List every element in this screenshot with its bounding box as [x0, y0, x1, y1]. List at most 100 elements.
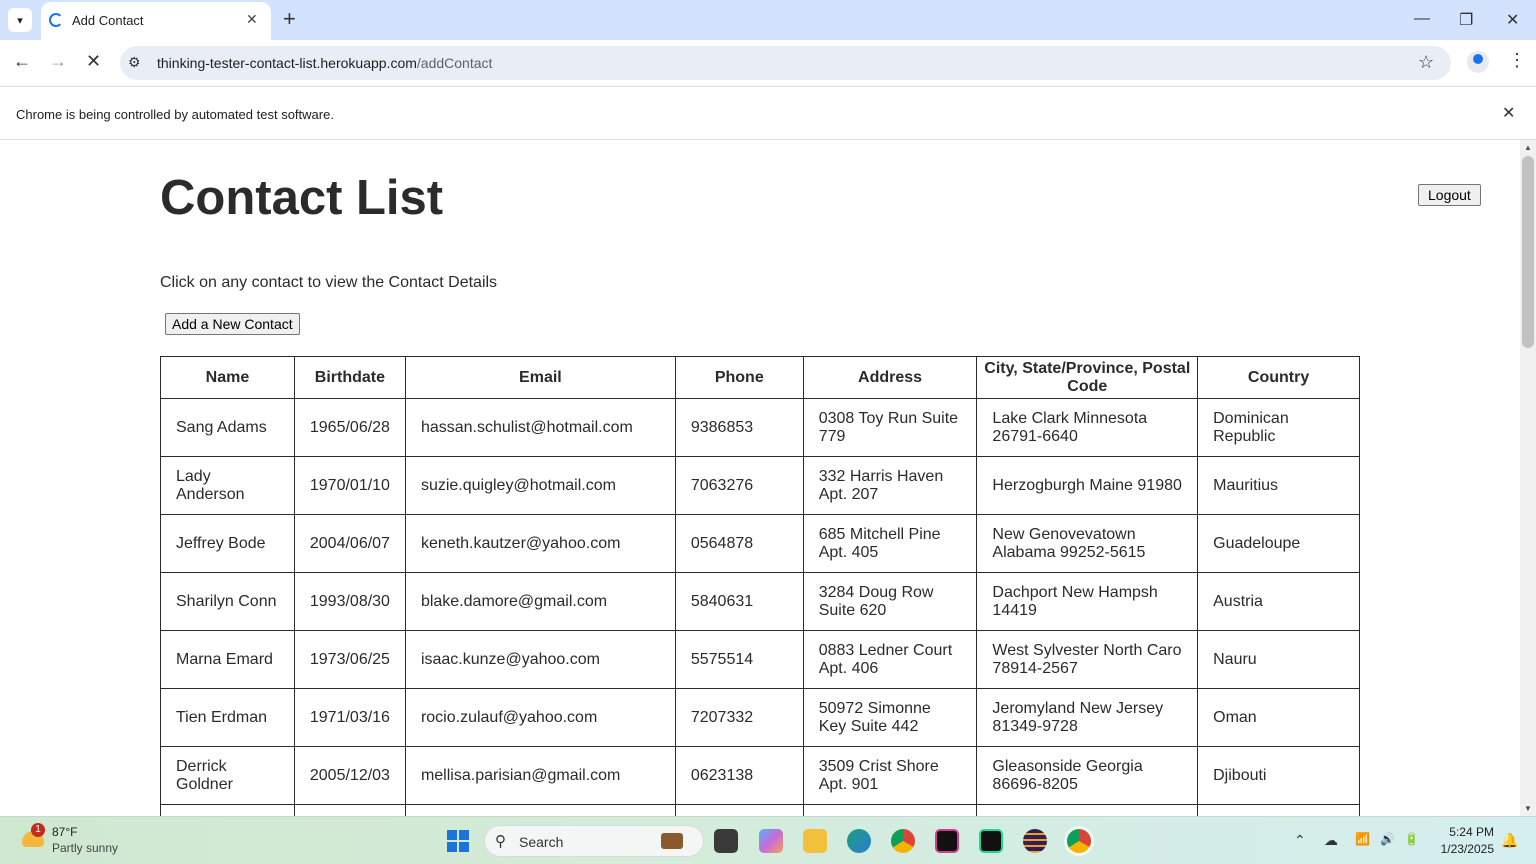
cell-email: hassan.schulist@hotmail.com — [404, 398, 676, 457]
tab-title: Add Contact — [72, 13, 144, 28]
contact-row[interactable]: Sang Adams 1965/06/28 hassan.schulist@hotm… — [160, 398, 1360, 457]
cell-address: 332 Harris Haven Apt. 207 — [802, 456, 978, 515]
header-email: Email — [404, 356, 676, 399]
cell-address: 685 Mitchell Pine Apt. 405 — [802, 514, 978, 573]
bookmark-star-icon[interactable]: ☆ — [1418, 52, 1434, 73]
cell-email: mellisa.parisian@gmail.com — [404, 746, 676, 805]
scroll-up-icon[interactable]: ▲ — [1524, 143, 1532, 152]
site-info-icon[interactable]: ⚙ — [128, 54, 141, 71]
pycharm-icon[interactable] — [979, 829, 1003, 853]
cell-birthdate: 1970/01/10 — [293, 456, 406, 515]
forward-icon[interactable]: → — [49, 51, 67, 72]
cell-country: Nauru — [1197, 630, 1360, 689]
chrome-icon[interactable] — [891, 829, 915, 853]
cell-phone: 9386853 — [674, 398, 804, 457]
contact-row[interactable]: Tien Erdman 1971/03/16 rocio.zulauf@yahoo.… — [160, 688, 1360, 747]
cell-email: rocio.zulauf@yahoo.com — [404, 688, 676, 747]
cell-email: keneth.kautzer@yahoo.com — [404, 514, 676, 573]
cell-birthdate: 1993/08/30 — [293, 572, 406, 631]
cell-country: Djibouti — [1197, 746, 1360, 805]
battery-icon[interactable]: 🔋 — [1404, 832, 1419, 846]
cell-name: Marna Emard — [160, 630, 295, 689]
file-explorer-icon[interactable] — [803, 829, 827, 853]
scroll-thumb[interactable] — [1522, 156, 1534, 348]
url-path: /addContact — [416, 55, 493, 71]
cell-address: 0883 Ledner Court Apt. 406 — [802, 630, 978, 689]
cell-birthdate: 2005/12/03 — [293, 746, 406, 805]
contact-row[interactable]: Sharilyn Conn 1993/08/30 blake.damore@gmai… — [160, 572, 1360, 631]
window-close-icon[interactable]: ✕ — [1506, 10, 1519, 30]
page-scrollbar[interactable]: ▲ ▼ — [1520, 140, 1536, 816]
system-clock[interactable]: 5:24 PM 1/23/2025 — [1430, 824, 1494, 858]
cell-phone: 7063276 — [674, 456, 804, 515]
cell-address: 0308 Toy Run Suite 779 — [802, 398, 978, 457]
cell-country: Guadeloupe — [1197, 514, 1360, 573]
edge-icon[interactable] — [847, 829, 871, 853]
taskbar-search-box[interactable]: ⚲ Search — [484, 825, 704, 857]
browser-toolbar: ← → ✕ ⚙ thinking-tester-contact-list.her… — [0, 40, 1536, 86]
loading-favicon-icon — [49, 13, 63, 27]
weather-description[interactable]: Partly sunny — [52, 841, 118, 855]
windows-taskbar: 1 87°F Partly sunny ⚲ Search ⌃ ☁ 📶 🔊 🔋 5… — [0, 816, 1536, 864]
url-host: thinking-tester-contact-list.herokuapp.c… — [157, 55, 417, 71]
header-address: Address — [802, 356, 978, 399]
wifi-icon[interactable]: 📶 — [1355, 832, 1370, 846]
contact-row[interactable]: Derrick 3509 Crist ShoreGleasonside Georg… — [160, 804, 1360, 816]
contact-row[interactable]: Lady Anderson 1970/01/10 suzie.quigley@hot… — [160, 456, 1360, 515]
cell-country: Mauritius — [1197, 456, 1360, 515]
profile-avatar-icon[interactable] — [1467, 51, 1489, 73]
add-contact-button[interactable]: Add a New Contact — [165, 313, 300, 335]
stop-loading-icon[interactable]: ✕ — [86, 51, 101, 72]
tab-add-contact[interactable]: Add Contact ✕ — [41, 2, 271, 40]
contact-row[interactable]: Jeffrey Bode 2004/06/07 keneth.kautzer@yah… — [160, 514, 1360, 573]
cell-name: Tien Erdman — [160, 688, 295, 747]
copilot-icon[interactable] — [759, 829, 783, 853]
header-name: Name — [160, 356, 295, 399]
header-country: Country — [1197, 356, 1360, 399]
cell-city-state-postal: Dachport New Hampsh 14419 — [976, 572, 1199, 631]
cell-phone — [674, 804, 804, 816]
logout-button[interactable]: Logout — [1418, 184, 1481, 206]
contact-table-body: Sang Adams 1965/06/28 hassan.schulist@hotm… — [160, 398, 1360, 816]
tray-overflow-icon[interactable]: ⌃ — [1294, 832, 1306, 849]
cell-birthdate: 1965/06/28 — [293, 398, 406, 457]
intellij-icon[interactable] — [935, 829, 959, 853]
infobar-close-icon[interactable]: ✕ — [1502, 103, 1515, 123]
contact-row[interactable]: Marna Emard 1973/06/25 isaac.kunze@yahoo.c… — [160, 630, 1360, 689]
clock-date: 1/23/2025 — [1440, 842, 1494, 856]
cell-city-state-postal: Herzogburgh Maine 91980 — [976, 456, 1199, 515]
back-icon[interactable]: ← — [13, 51, 31, 72]
cell-city-state-postal: Gleasonside Georgia — [976, 804, 1199, 816]
cell-birthdate: 2004/06/07 — [293, 514, 406, 573]
cell-name: Lady Anderson — [160, 456, 295, 515]
contact-table-header: Name Birthdate Email Phone Address City,… — [160, 356, 1360, 399]
cell-email: blake.damore@gmail.com — [404, 572, 676, 631]
start-menu-icon[interactable] — [447, 830, 469, 852]
weather-temperature[interactable]: 87°F — [52, 825, 77, 839]
cell-email — [404, 804, 676, 816]
taskbar-search-label: Search — [519, 834, 564, 850]
tab-search-icon[interactable]: ▾ — [8, 8, 32, 32]
restore-icon[interactable]: ❐ — [1459, 10, 1473, 30]
chrome-active-icon[interactable] — [1067, 829, 1091, 853]
cell-address: 50972 Simonne Key Suite 442 — [802, 688, 978, 747]
tab-close-icon[interactable]: ✕ — [246, 11, 258, 28]
eclipse-icon[interactable] — [1023, 829, 1047, 853]
instructions-text: Click on any contact to view the Contact… — [160, 274, 498, 291]
address-bar[interactable]: ⚙ thinking-tester-contact-list.herokuapp… — [120, 46, 1451, 80]
task-view-icon[interactable] — [714, 829, 738, 853]
contact-row[interactable]: Derrick Goldner 2005/12/03 mellisa.parisia… — [160, 746, 1360, 805]
notification-bell-icon[interactable]: 🔔 — [1501, 832, 1518, 849]
onedrive-icon[interactable]: ☁ — [1324, 832, 1338, 849]
volume-icon[interactable]: 🔊 — [1380, 832, 1395, 846]
cell-email: suzie.quigley@hotmail.com — [404, 456, 676, 515]
contact-table: Name Birthdate Email Phone Address City,… — [160, 356, 1360, 816]
scroll-down-icon[interactable]: ▼ — [1524, 804, 1532, 813]
cell-country: Dominican Republic — [1197, 398, 1360, 457]
cell-name: Derrick Goldner — [160, 746, 295, 805]
new-tab-icon[interactable]: + — [283, 7, 296, 31]
browser-menu-icon[interactable]: ⋮ — [1508, 50, 1526, 71]
minimize-icon[interactable]: — — [1414, 10, 1430, 28]
url-text[interactable]: thinking-tester-contact-list.herokuapp.c… — [157, 55, 492, 71]
cell-birthdate: 1973/06/25 — [293, 630, 406, 689]
